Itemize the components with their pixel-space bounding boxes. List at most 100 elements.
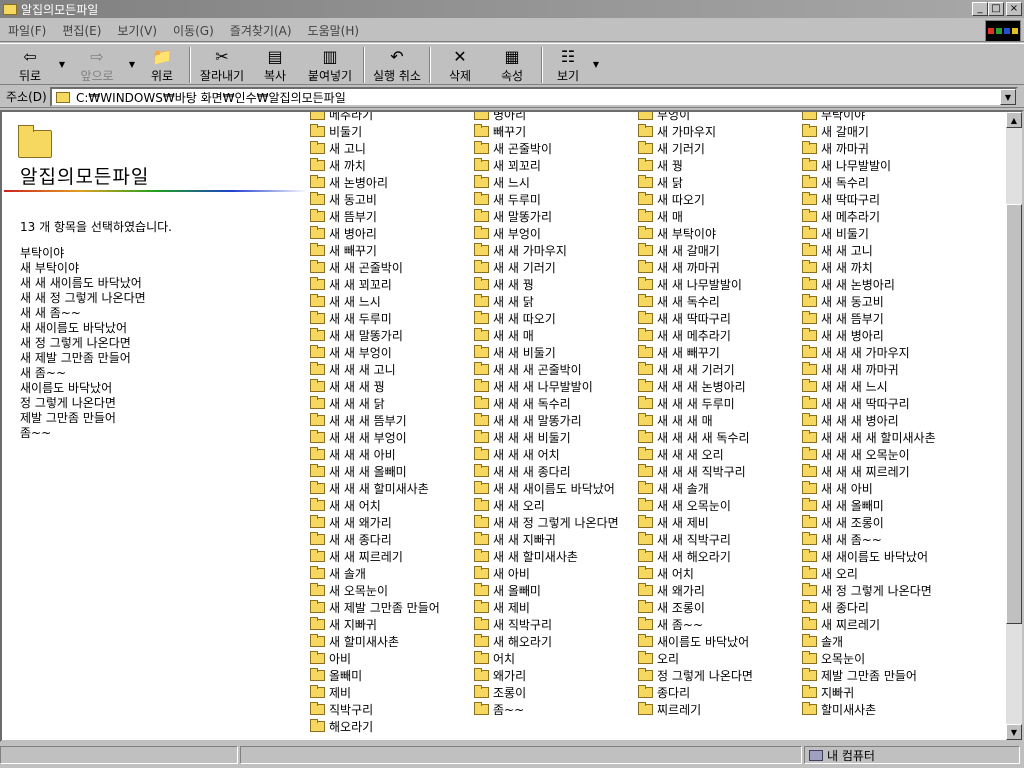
cut-button[interactable]: ✂ 잘라내기: [194, 44, 250, 84]
folder-item[interactable]: 새 따오기: [636, 191, 800, 208]
paste-button[interactable]: ▥ 붙여넣기: [300, 44, 360, 84]
folder-item[interactable]: 새 새 새 딱따구리: [800, 395, 964, 412]
folder-item[interactable]: 새 새 종다리: [308, 531, 472, 548]
folder-item[interactable]: 해오라기: [308, 718, 472, 735]
folder-item[interactable]: 새 독수리: [800, 174, 964, 191]
vertical-scrollbar[interactable]: ▲ ▼: [1006, 112, 1022, 740]
folder-item[interactable]: 오리: [636, 650, 800, 667]
folder-item[interactable]: 새 아비: [472, 565, 636, 582]
folder-item[interactable]: 새 새 아비: [800, 480, 964, 497]
folder-item[interactable]: 새 새 느시: [308, 293, 472, 310]
folder-item[interactable]: 새 새 부엉이: [308, 344, 472, 361]
folder-item[interactable]: 새 새 독수리: [636, 293, 800, 310]
folder-item[interactable]: 새 새 논병아리: [800, 276, 964, 293]
folder-item[interactable]: 새 새 솔개: [636, 480, 800, 497]
folder-item[interactable]: 새 새 새 기러기: [636, 361, 800, 378]
folder-item[interactable]: 새 곤줄박이: [472, 140, 636, 157]
folder-item[interactable]: 새 새 나무발발이: [636, 276, 800, 293]
folder-item[interactable]: 새 새 좀~~: [800, 531, 964, 548]
folder-item[interactable]: 새 새 새이름도 바닥났어: [472, 480, 636, 497]
close-button[interactable]: ×: [1006, 2, 1022, 16]
minimize-button[interactable]: _: [972, 2, 988, 16]
folder-item[interactable]: 새 새 새 직박구리: [636, 463, 800, 480]
folder-item[interactable]: 새 느시: [472, 174, 636, 191]
folder-item[interactable]: 새 까마귀: [800, 140, 964, 157]
folder-item[interactable]: 새 정 그렇게 나온다면: [800, 582, 964, 599]
folder-item[interactable]: 새 새 해오라기: [636, 548, 800, 565]
folder-item[interactable]: 새 새 빼꾸기: [636, 344, 800, 361]
folder-item[interactable]: 찌르레기: [636, 701, 800, 718]
folder-item[interactable]: 새 까치: [308, 157, 472, 174]
folder-item[interactable]: 새 갈매기: [800, 123, 964, 140]
folder-item[interactable]: 새 새 새 고니: [308, 361, 472, 378]
folder-item[interactable]: 새 새 새 꿩: [308, 378, 472, 395]
folder-item[interactable]: 오목눈이: [800, 650, 964, 667]
folder-item[interactable]: 새 새 새 새 독수리: [636, 429, 800, 446]
menu-edit[interactable]: 편집(E): [54, 22, 109, 39]
views-dropdown-button[interactable]: ▼: [590, 44, 602, 84]
folder-item[interactable]: 새 새 새 비둘기: [472, 429, 636, 446]
folder-item[interactable]: 새 빼꾸기: [308, 242, 472, 259]
folder-item[interactable]: 새 새 메추라기: [636, 327, 800, 344]
folder-item[interactable]: 왜가리: [472, 667, 636, 684]
folder-item[interactable]: 새 새 새 종다리: [472, 463, 636, 480]
maximize-button[interactable]: □: [988, 2, 1004, 16]
folder-item[interactable]: 새 새 새 가마우지: [800, 344, 964, 361]
folder-item[interactable]: 새 오목눈이: [308, 582, 472, 599]
folder-item[interactable]: 새 새 새 할미새사촌: [308, 480, 472, 497]
folder-item[interactable]: 좀~~: [472, 701, 636, 718]
folder-item[interactable]: 새 새 올빼미: [800, 497, 964, 514]
folder-item[interactable]: 새 매: [636, 208, 800, 225]
title-bar[interactable]: 알집의모든파일 _ □ ×: [0, 0, 1024, 18]
folder-item[interactable]: 새 새 비둘기: [472, 344, 636, 361]
folder-item[interactable]: 새 새 새 올빼미: [308, 463, 472, 480]
folder-item[interactable]: 새 메추라기: [800, 208, 964, 225]
folder-item[interactable]: 새 부탁이야: [636, 225, 800, 242]
folder-item[interactable]: 새이름도 바닥났어: [636, 633, 800, 650]
folder-item[interactable]: 새 새 고니: [800, 242, 964, 259]
folder-item[interactable]: 새 새 새 뜸부기: [308, 412, 472, 429]
folder-item[interactable]: 새 새 할미새사촌: [472, 548, 636, 565]
folder-item[interactable]: 새 새 오리: [472, 497, 636, 514]
folder-item[interactable]: 새 새 찌르레기: [308, 548, 472, 565]
properties-button[interactable]: ▦ 속성: [486, 44, 538, 84]
folder-item[interactable]: 새 올빼미: [472, 582, 636, 599]
folder-item[interactable]: 병아리: [472, 112, 636, 123]
folder-item[interactable]: 새 새 딱따구리: [636, 310, 800, 327]
folder-item[interactable]: 올빼미: [308, 667, 472, 684]
views-button[interactable]: ☷ 보기: [546, 44, 590, 84]
folder-item[interactable]: 새 논병아리: [308, 174, 472, 191]
folder-item[interactable]: 새 새 어치: [308, 497, 472, 514]
folder-item[interactable]: 새 새 뜸부기: [800, 310, 964, 327]
folder-item[interactable]: 지빠귀: [800, 684, 964, 701]
back-dropdown-button[interactable]: ▼: [56, 44, 68, 84]
folder-item[interactable]: 비둘기: [308, 123, 472, 140]
folder-item[interactable]: 새 새 새 까마귀: [800, 361, 964, 378]
folder-item[interactable]: 새 새 까마귀: [636, 259, 800, 276]
folder-item[interactable]: 새 새 새 닭: [308, 395, 472, 412]
folder-item[interactable]: 새 말똥가리: [472, 208, 636, 225]
folder-item[interactable]: 직박구리: [308, 701, 472, 718]
forward-dropdown-button[interactable]: ▼: [126, 44, 138, 84]
folder-item[interactable]: 새 새 새 두루미: [636, 395, 800, 412]
folder-item[interactable]: 새 제비: [472, 599, 636, 616]
folder-item[interactable]: 새 새 동고비: [800, 293, 964, 310]
menu-help[interactable]: 도움말(H): [300, 22, 368, 39]
undo-button[interactable]: ↶ 실행 취소: [368, 44, 426, 84]
folder-item[interactable]: 새 찌르레기: [800, 616, 964, 633]
folder-item[interactable]: 새 새 가마우지: [472, 242, 636, 259]
folder-item[interactable]: 새 새 따오기: [472, 310, 636, 327]
folder-item[interactable]: 새 새 새 새 할미새사촌: [800, 429, 964, 446]
menu-view[interactable]: 보기(V): [109, 22, 165, 39]
up-button[interactable]: 📁 위로: [138, 44, 186, 84]
folder-item[interactable]: 새 오리: [800, 565, 964, 582]
folder-item[interactable]: 새 새 새 매: [636, 412, 800, 429]
folder-item[interactable]: 새 새 왜가리: [308, 514, 472, 531]
folder-item[interactable]: 새 새 새 곤줄박이: [472, 361, 636, 378]
folder-item[interactable]: 새 꾀꼬리: [472, 157, 636, 174]
folder-item[interactable]: 새 새 조롱이: [800, 514, 964, 531]
folder-item[interactable]: 새 두루미: [472, 191, 636, 208]
menu-favorites[interactable]: 즐겨찾기(A): [222, 22, 300, 39]
folder-item[interactable]: 새 새 새 말똥가리: [472, 412, 636, 429]
folder-item[interactable]: 새 새 꾀꼬리: [308, 276, 472, 293]
